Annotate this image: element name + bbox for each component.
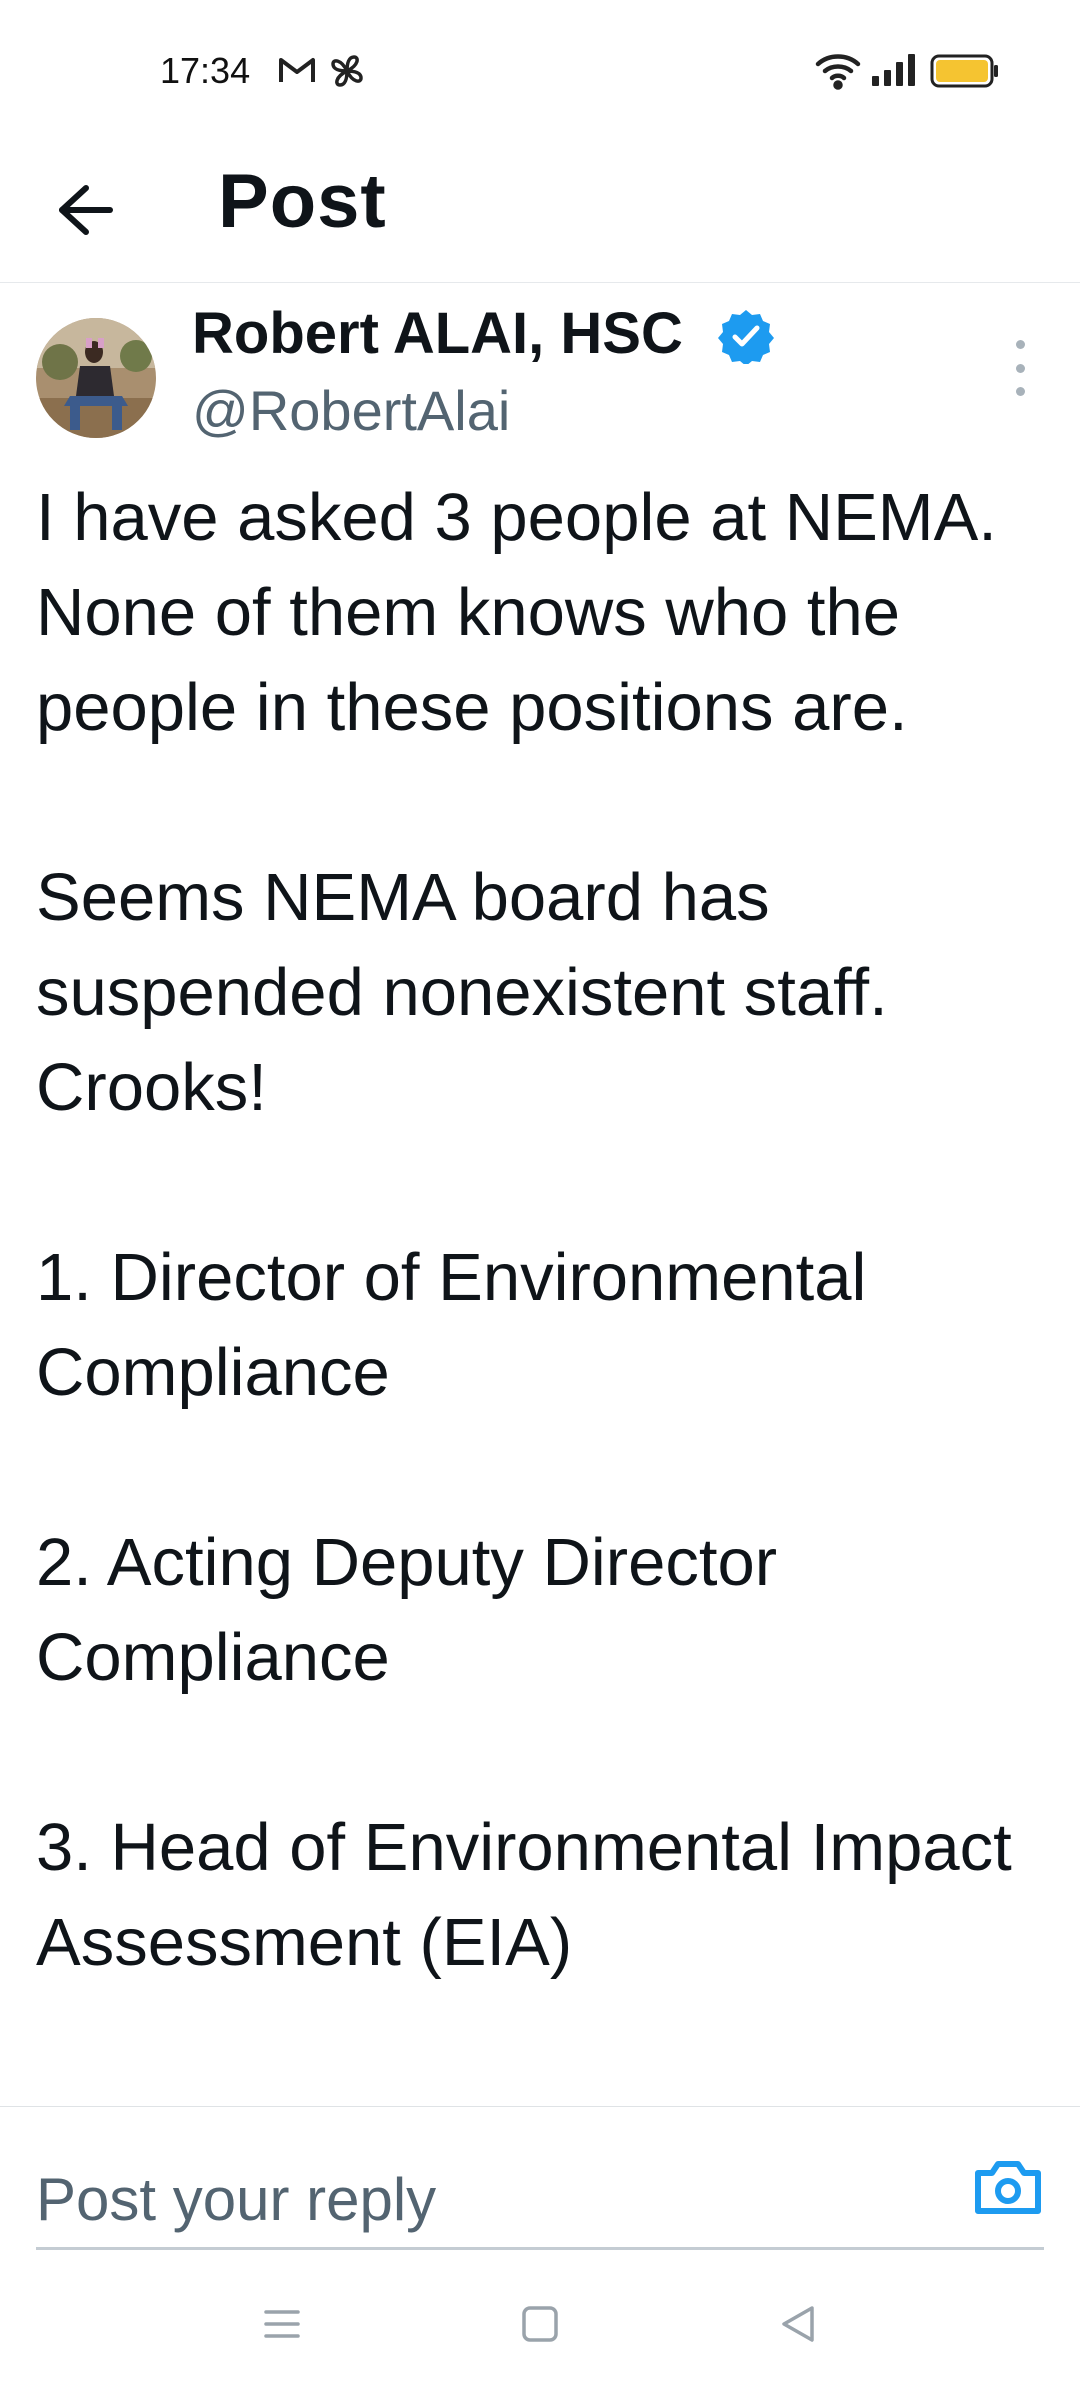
more-options-button[interactable] bbox=[998, 340, 1042, 396]
pinwheel-icon bbox=[328, 52, 366, 95]
back-triangle-icon bbox=[778, 2304, 818, 2349]
verified-badge-icon bbox=[718, 308, 774, 366]
status-bar: 17:34 bbox=[0, 0, 1080, 130]
battery-icon bbox=[930, 54, 1000, 93]
menu-icon bbox=[262, 2306, 302, 2347]
more-vertical-icon bbox=[1015, 340, 1025, 349]
author-handle[interactable]: @RobertAlai bbox=[192, 378, 510, 443]
post-paragraph: 1. Director of Environmental Compliance bbox=[36, 1240, 867, 1410]
page-title: Post bbox=[218, 159, 387, 244]
reply-underline bbox=[36, 2247, 1044, 2250]
gmail-icon bbox=[278, 54, 316, 91]
recents-button[interactable] bbox=[252, 2296, 312, 2356]
reply-input[interactable] bbox=[36, 2159, 896, 2239]
more-dot bbox=[1015, 363, 1025, 373]
more-dot bbox=[1015, 387, 1025, 396]
reply-bar bbox=[0, 2106, 1080, 2253]
camera-icon bbox=[972, 2161, 1044, 2223]
wifi-icon bbox=[814, 50, 862, 95]
signal-icon bbox=[870, 52, 918, 93]
post-paragraph: I have asked 3 people at NEMA. None of t… bbox=[36, 480, 997, 745]
status-time: 17:34 bbox=[160, 50, 251, 91]
top-app-bar: Post bbox=[0, 130, 1080, 283]
camera-button[interactable] bbox=[972, 2155, 1044, 2219]
post-text: I have asked 3 people at NEMA. None of t… bbox=[36, 470, 1046, 1990]
system-back-button[interactable] bbox=[768, 2296, 828, 2356]
arrow-left-icon bbox=[58, 184, 114, 241]
post-paragraph: 2. Acting Deputy Director Compliance bbox=[36, 1525, 778, 1695]
home-square-icon bbox=[520, 2304, 560, 2349]
avatar[interactable] bbox=[36, 318, 156, 438]
post-paragraph: 3. Head of Environmental Impact Assessme… bbox=[36, 1810, 1012, 1980]
system-nav-bar bbox=[0, 2252, 1080, 2400]
home-button[interactable] bbox=[510, 2296, 570, 2356]
post-paragraph: Seems NEMA board has suspended nonexiste… bbox=[36, 860, 888, 1125]
author-name[interactable]: Robert ALAI, HSC bbox=[192, 300, 683, 367]
back-button[interactable] bbox=[40, 166, 132, 258]
